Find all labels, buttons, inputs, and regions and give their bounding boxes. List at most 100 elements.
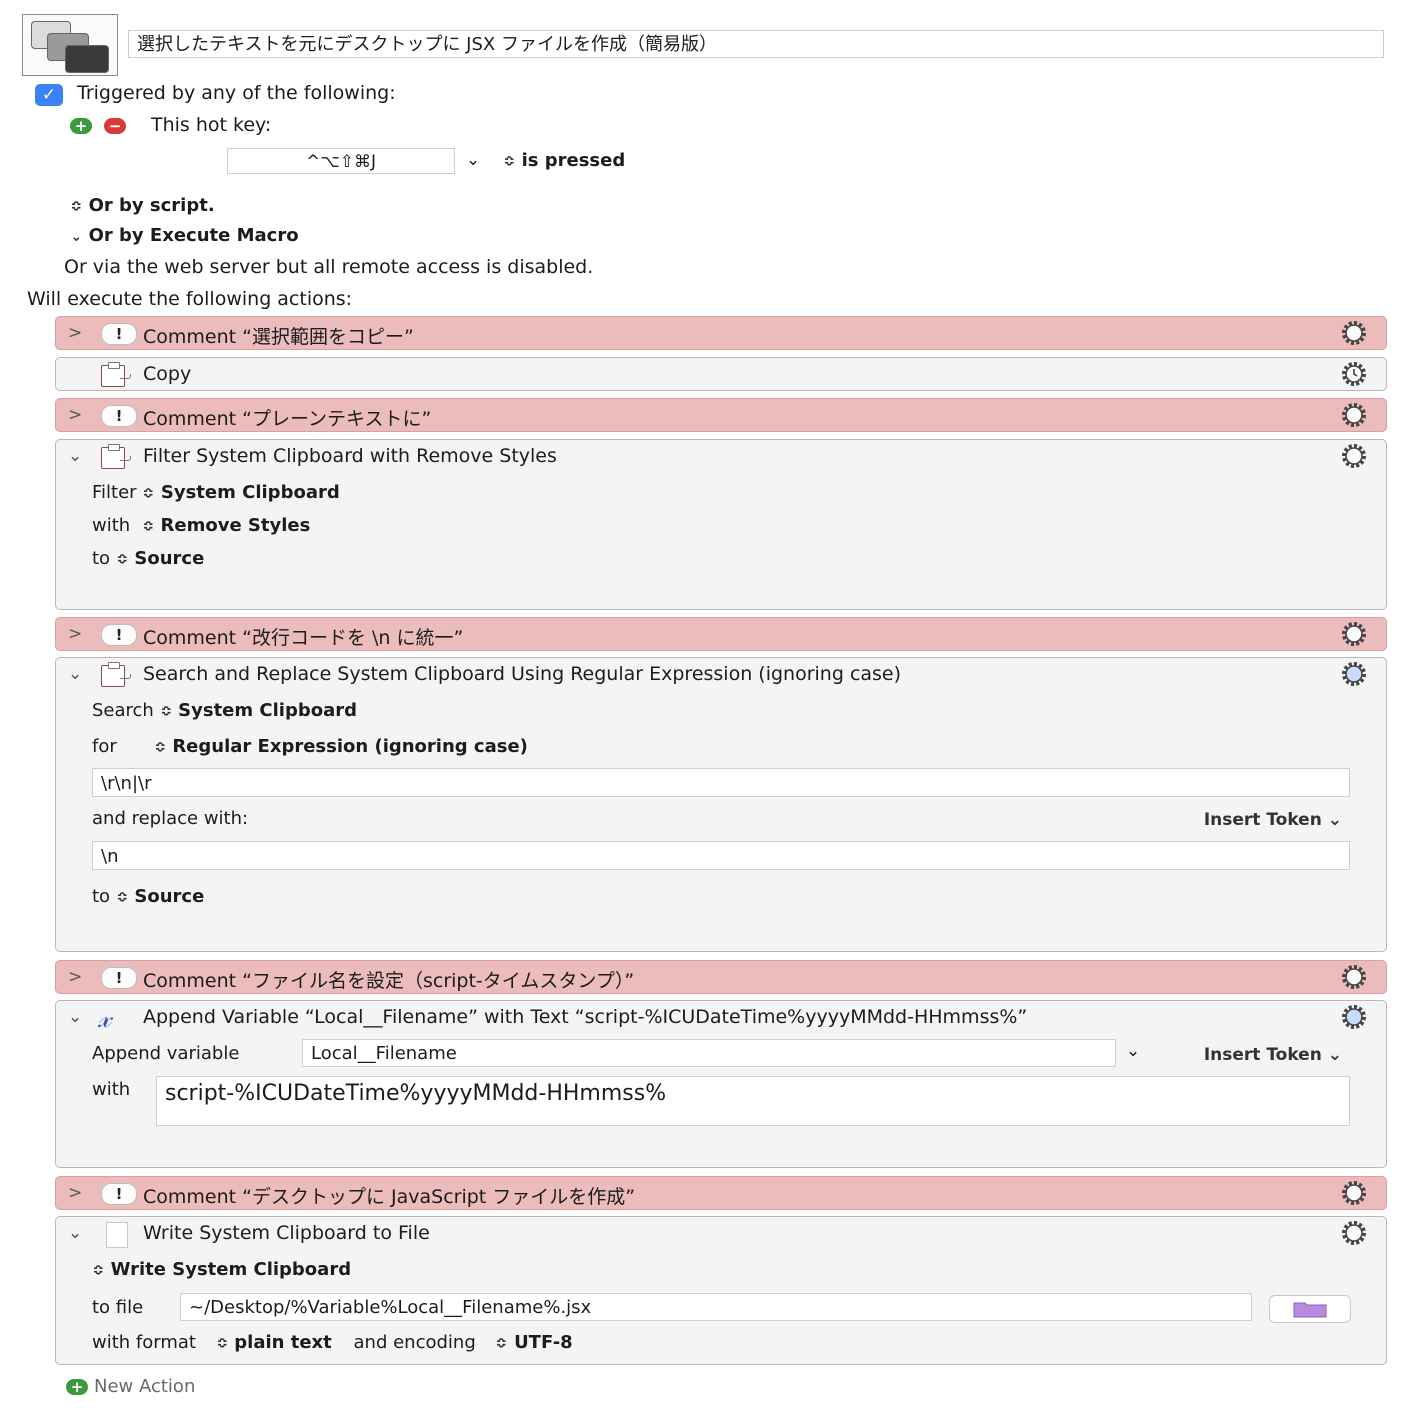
gear-icon[interactable] — [1340, 401, 1368, 429]
hotkey-state-label: is pressed — [521, 150, 626, 171]
hotkey-label: This hot key: — [151, 114, 272, 136]
triggered-checkbox[interactable]: ✓ — [35, 84, 63, 106]
disclosure-collapsed-icon[interactable]: > — [68, 1183, 82, 1203]
gear-icon[interactable] — [1340, 1219, 1368, 1247]
search-destination-value: Source — [134, 886, 205, 907]
stepper-icon: ≎ — [154, 738, 166, 756]
web-server-note: Or via the web server but all remote acc… — [64, 256, 594, 278]
comment-icon: ! — [101, 1183, 137, 1205]
chevron-down-icon: ⌄ — [70, 227, 82, 245]
variable-dropdown-icon[interactable]: ⌄ — [1126, 1041, 1140, 1061]
stepper-icon: ≎ — [216, 1334, 228, 1352]
format-label: with format — [92, 1332, 196, 1353]
choose-folder-button[interactable] — [1269, 1295, 1351, 1323]
gear-icon[interactable] — [1340, 963, 1368, 991]
comment-action[interactable]: > ! Comment “改行コードを \n に統一” — [55, 617, 1387, 651]
disclosure-expanded-icon[interactable]: ⌄ — [68, 446, 82, 466]
filter-to-row: to ≎ Source — [92, 548, 204, 569]
encoding-popup[interactable]: ≎ UTF-8 — [495, 1332, 573, 1353]
add-trigger-icon[interactable]: + — [70, 118, 92, 134]
insert-token-button[interactable]: Insert Token ⌄ — [1204, 810, 1342, 830]
insert-token-button[interactable]: Insert Token ⌄ — [1204, 1045, 1342, 1065]
append-variable-action[interactable]: ⌄ 𝓍 Append Variable “Local__Filename” wi… — [55, 1000, 1387, 1168]
search-label: Search — [92, 700, 154, 721]
format-row: with format ≎ plain text and encoding ≎ UT… — [92, 1332, 573, 1353]
to-file-label: to file — [92, 1297, 144, 1318]
file-path-field[interactable]: ~/Desktop/%Variable%Local__Filename%.jsx — [180, 1293, 1252, 1321]
search-source-row: Search ≎ System Clipboard — [92, 700, 357, 721]
append-var-label: Append variable — [92, 1043, 240, 1064]
variable-x-icon: 𝓍 — [98, 1001, 112, 1034]
gear-clock-icon[interactable] — [1340, 360, 1368, 388]
hotkey-dropdown-icon[interactable]: ⌄ — [466, 150, 480, 170]
filter-destination-popup[interactable]: ≎ Source — [116, 548, 204, 569]
filter-source-popup[interactable]: ≎ System Clipboard — [142, 482, 340, 503]
append-with-label: with — [92, 1079, 131, 1100]
disclosure-collapsed-icon[interactable]: > — [68, 323, 82, 343]
comment-action[interactable]: > ! Comment “ファイル名を設定（script-タイムスタンプ）” — [55, 960, 1387, 994]
remove-trigger-icon[interactable]: − — [104, 118, 126, 134]
append-text-field[interactable]: script-%ICUDateTime%yyyyMMdd-HHmmss% — [156, 1076, 1350, 1126]
disclosure-expanded-icon[interactable]: ⌄ — [68, 664, 82, 684]
write-file-action[interactable]: ⌄ Write System Clipboard to File ≎ Write … — [55, 1216, 1387, 1365]
stepper-icon: ≎ — [116, 550, 128, 568]
disclosure-expanded-icon[interactable]: ⌄ — [68, 1223, 82, 1243]
gear-icon[interactable] — [1340, 660, 1368, 688]
with-label: with — [92, 515, 131, 536]
comment-icon: ! — [101, 624, 137, 646]
filter-source-row: Filter ≎ System Clipboard — [92, 482, 340, 503]
or-by-execute-label: Or by Execute Macro — [88, 225, 299, 246]
or-by-execute-toggle[interactable]: ⌄ Or by Execute Macro — [70, 225, 299, 246]
action-title: Append Variable “Local__Filename” with T… — [143, 1006, 1028, 1028]
triggered-label: Triggered by any of the following: — [77, 82, 396, 104]
stepper-icon: ≎ — [116, 888, 128, 906]
stepper-icon: ≎ — [142, 484, 155, 502]
search-pattern-field[interactable]: \r\n|\r — [92, 768, 1350, 797]
comment-action[interactable]: > ! Comment “選択範囲をコピー” — [55, 316, 1387, 350]
filter-source-value: System Clipboard — [160, 482, 340, 503]
search-type-value: Regular Expression (ignoring case) — [172, 736, 528, 757]
new-action-button[interactable]: + New Action — [66, 1376, 195, 1397]
stepper-icon: ≎ — [70, 197, 82, 215]
insert-token-label: Insert Token — [1203, 810, 1322, 830]
gear-icon[interactable] — [1340, 442, 1368, 470]
action-title: Write System Clipboard to File — [143, 1222, 430, 1244]
gear-icon[interactable] — [1340, 319, 1368, 347]
copy-action[interactable]: Copy — [55, 357, 1387, 391]
search-type-popup[interactable]: ≎ Regular Expression (ignoring case) — [154, 736, 528, 757]
write-source-popup[interactable]: ≎ Write System Clipboard — [92, 1259, 351, 1280]
comment-action[interactable]: > ! Comment “デスクトップに JavaScript ファイルを作成” — [55, 1176, 1387, 1210]
to-label: to — [92, 548, 111, 569]
encoding-value: UTF-8 — [514, 1332, 573, 1353]
to-label: to — [92, 886, 111, 907]
filter-type-popup[interactable]: ≎ Remove Styles — [142, 515, 311, 536]
disclosure-collapsed-icon[interactable]: > — [68, 624, 82, 644]
or-by-script-label: Or by script. — [88, 195, 215, 216]
stepper-icon: ≎ — [92, 1261, 104, 1279]
macro-icon[interactable] — [22, 14, 118, 76]
stepper-icon: ≎ — [142, 517, 154, 535]
macro-name-field[interactable]: 選択したテキストを元にデスクトップに JSX ファイルを作成（簡易版） — [128, 30, 1384, 58]
encoding-label: and encoding — [353, 1332, 476, 1353]
comment-icon: ! — [101, 405, 137, 427]
hotkey-state-popup[interactable]: ≎ is pressed — [503, 150, 626, 171]
hotkey-field[interactable]: ^⌥⇧⌘J — [227, 148, 455, 174]
search-source-popup[interactable]: ≎ System Clipboard — [160, 700, 357, 721]
search-destination-popup[interactable]: ≎ Source — [116, 886, 204, 907]
search-replace-action[interactable]: ⌄ Search and Replace System Clipboard Us… — [55, 657, 1387, 952]
action-title: Comment “デスクトップに JavaScript ファイルを作成” — [143, 1186, 636, 1208]
gear-icon[interactable] — [1340, 1003, 1368, 1031]
format-popup[interactable]: ≎ plain text — [216, 1332, 331, 1353]
for-label: for — [92, 736, 117, 757]
filter-clipboard-action[interactable]: ⌄ Filter System Clipboard with Remove St… — [55, 439, 1387, 610]
gear-icon[interactable] — [1340, 620, 1368, 648]
variable-name-field[interactable]: Local__Filename — [302, 1039, 1116, 1067]
disclosure-expanded-icon[interactable]: ⌄ — [68, 1007, 82, 1027]
or-by-script-toggle[interactable]: ≎ Or by script. — [70, 195, 215, 216]
gear-icon[interactable] — [1340, 1179, 1368, 1207]
stepper-icon: ≎ — [503, 152, 515, 170]
replacement-field[interactable]: \n — [92, 841, 1350, 870]
comment-action[interactable]: > ! Comment “プレーンテキストに” — [55, 398, 1387, 432]
disclosure-collapsed-icon[interactable]: > — [68, 967, 82, 987]
disclosure-collapsed-icon[interactable]: > — [68, 405, 82, 425]
